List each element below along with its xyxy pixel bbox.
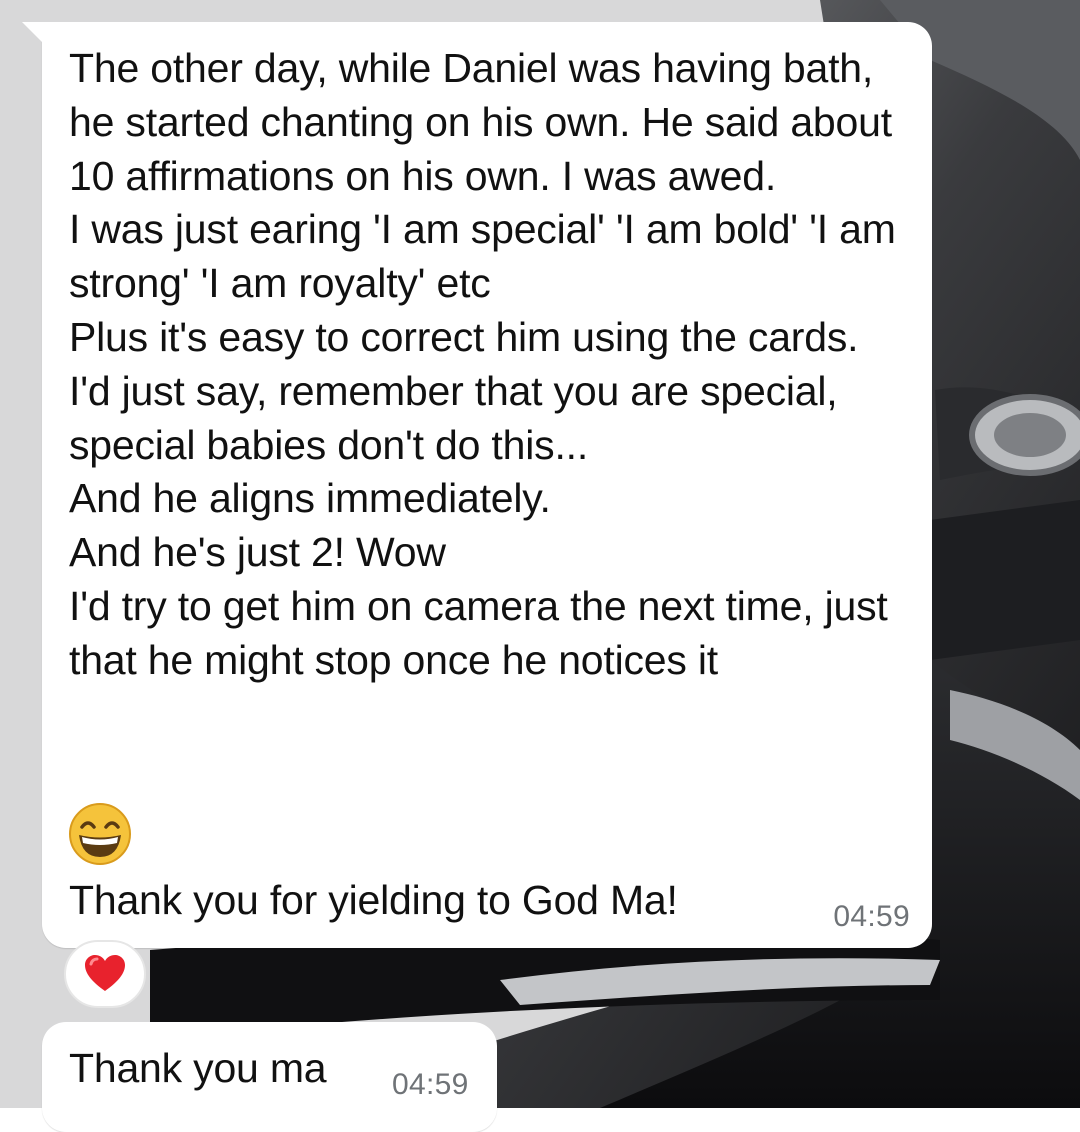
message-text-closing: Thank you for yielding to God Ma! [69,877,678,923]
grinning-face-emoji-icon [68,802,132,866]
message-timestamp-2: 04:59 [392,1068,469,1101]
message-text-2: Thank you ma [69,1045,327,1091]
incoming-message-bubble[interactable]: The other day, while Daniel was having b… [22,22,932,948]
reaction-badge[interactable] [64,940,146,1008]
message-timestamp: 04:59 [833,900,910,933]
message-text: The other day, while Daniel was having b… [69,45,896,683]
incoming-message-bubble-2[interactable]: Thank you ma 04:59 [42,1022,497,1132]
red-heart-icon [85,955,125,991]
bubble-tail [22,22,44,44]
